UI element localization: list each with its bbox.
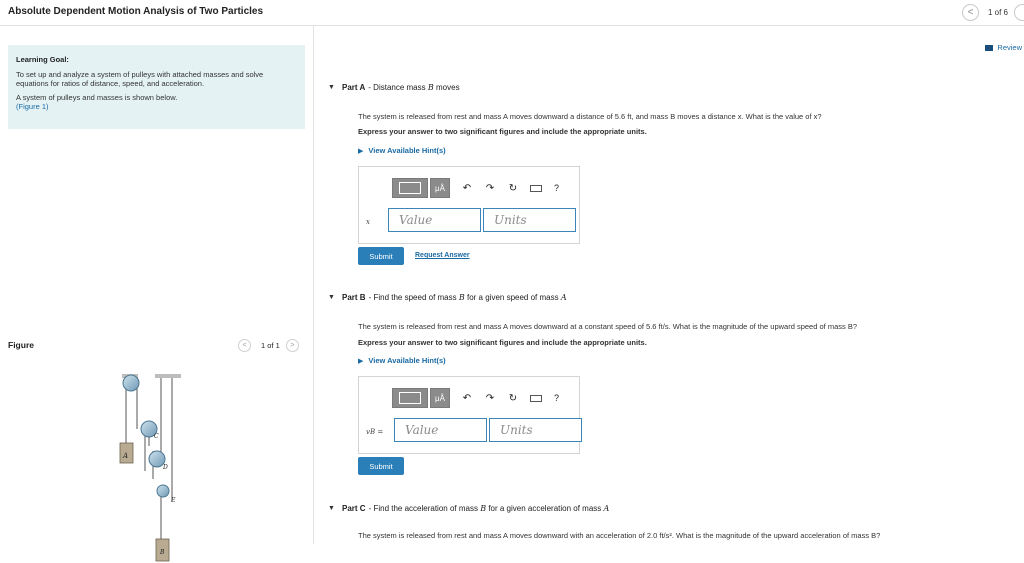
- part-a-desc-pre: Distance mass: [373, 83, 426, 92]
- part-b-title: Part B: [342, 293, 366, 302]
- collapse-caret-icon: ▼: [328, 294, 335, 301]
- part-b-value-input[interactable]: Value: [394, 418, 487, 442]
- part-b-hint-toggle[interactable]: ▶ View Available Hint(s): [358, 356, 446, 365]
- part-a-hint-toggle[interactable]: ▶ View Available Hint(s): [358, 146, 446, 155]
- part-a-submit-button[interactable]: Submit: [358, 247, 404, 265]
- figure-link[interactable]: (Figure 1): [16, 102, 297, 111]
- triangle-right-icon: ▶: [358, 357, 364, 365]
- part-a-sep: -: [368, 83, 371, 92]
- pulley-e: [156, 484, 170, 498]
- part-b-answer-box: μÅ ↶ ↷ ↻ ? vB = Value Units: [358, 376, 582, 454]
- part-a-desc-var: B: [427, 83, 434, 92]
- part-b-desc-var2: A: [560, 293, 567, 302]
- part-b-toolbar: μÅ ↶ ↷ ↻ ?: [392, 388, 559, 408]
- templates-button[interactable]: [392, 178, 428, 198]
- ceiling-support-right: [155, 374, 181, 378]
- keyboard-icon[interactable]: [530, 184, 542, 192]
- part-b-header[interactable]: ▼ Part B - Find the speed of mass B for …: [328, 293, 567, 302]
- part-a-prompt: The system is released from rest and mas…: [358, 112, 822, 121]
- next-item-button[interactable]: [1014, 3, 1024, 21]
- pulley-d-label: D: [162, 464, 168, 471]
- help-icon[interactable]: ?: [554, 393, 559, 403]
- part-a-title: Part A: [342, 83, 366, 92]
- part-b-desc-var: B: [458, 293, 465, 302]
- triangle-right-icon: ▶: [358, 147, 364, 155]
- redo-icon[interactable]: ↷: [484, 183, 496, 194]
- templates-icon: [399, 182, 421, 194]
- templates-button[interactable]: [392, 388, 428, 408]
- top-bar: Absolute Dependent Motion Analysis of Tw…: [0, 0, 1024, 26]
- figure-pager: < 1 of 1 >: [238, 339, 299, 352]
- item-counter: 1 of 6: [987, 7, 1008, 17]
- keyboard-icon[interactable]: [530, 394, 542, 402]
- left-panel: Learning Goal: To set up and analyze a s…: [0, 26, 314, 562]
- part-a-hint-label: View Available Hint(s): [368, 146, 446, 155]
- part-a-units-input[interactable]: Units: [483, 208, 576, 232]
- part-b-desc-mid: for a given speed of mass: [466, 293, 559, 302]
- units-button[interactable]: μÅ: [430, 178, 450, 198]
- part-c-desc-var: B: [480, 504, 487, 513]
- assignment-pager: < 1 of 6: [961, 2, 1024, 22]
- part-a-value-input[interactable]: Value: [388, 208, 481, 232]
- figure-counter: 1 of 1: [261, 341, 280, 350]
- collapse-caret-icon: ▼: [328, 505, 335, 512]
- part-b-instruction: Express your answer to two significant f…: [358, 338, 647, 347]
- right-panel: Review ▼ Part A - Distance mass B moves …: [315, 26, 1024, 544]
- undo-icon[interactable]: ↶: [461, 393, 473, 404]
- page-title: Absolute Dependent Motion Analysis of Tw…: [8, 6, 264, 17]
- figure-label: Figure: [8, 340, 34, 350]
- part-b-hint-label: View Available Hint(s): [368, 356, 446, 365]
- review-label: Review: [997, 43, 1022, 52]
- part-b-prompt: The system is released from rest and mas…: [358, 322, 858, 331]
- part-b-var-label: vB =: [366, 428, 384, 436]
- part-a-header[interactable]: ▼ Part A - Distance mass B moves: [328, 83, 460, 92]
- figure-prev-button[interactable]: <: [238, 339, 251, 352]
- part-b-submit-button[interactable]: Submit: [358, 457, 404, 475]
- reset-icon[interactable]: ↻: [507, 183, 519, 194]
- learning-goal-box: Learning Goal: To set up and analyze a s…: [8, 45, 305, 129]
- part-c-header[interactable]: ▼ Part C - Find the acceleration of mass…: [328, 504, 610, 513]
- part-b-desc-pre: Find the speed of mass: [373, 293, 457, 302]
- figure-next-button[interactable]: >: [285, 339, 299, 352]
- templates-icon: [399, 392, 421, 404]
- part-a-var-label: x: [366, 218, 370, 226]
- part-b-sep: -: [368, 293, 372, 302]
- top-pulley: [122, 374, 140, 392]
- redo-icon[interactable]: ↷: [484, 393, 496, 404]
- part-c-desc-var2: A: [603, 504, 610, 513]
- chevron-right-icon: >: [290, 342, 295, 349]
- learning-goal-title: Learning Goal:: [16, 55, 69, 64]
- part-c-prompt: The system is released from rest and mas…: [358, 531, 881, 540]
- part-a-answer-box: μÅ ↶ ↷ ↻ ? x Value Units: [358, 166, 580, 244]
- part-b-units-input[interactable]: Units: [489, 418, 582, 442]
- prev-item-button[interactable]: <: [961, 3, 979, 21]
- part-c-desc-mid: for a given acceleration of mass: [488, 504, 602, 513]
- system-description: A system of pulleys and masses is shown …: [16, 93, 178, 102]
- part-c-sep: -: [368, 504, 372, 513]
- learning-goal-text: To set up and analyze a system of pulley…: [16, 70, 264, 88]
- units-button[interactable]: μÅ: [430, 388, 450, 408]
- pulley-figure: A B C D E: [119, 374, 181, 562]
- review-link[interactable]: Review: [985, 43, 1022, 52]
- chevron-left-icon: <: [967, 6, 974, 18]
- part-a-request-answer-link[interactable]: Request Answer: [415, 252, 470, 259]
- mass-b-label: B: [159, 549, 165, 556]
- part-a-desc-post: moves: [436, 83, 460, 92]
- pulley-e-label: E: [170, 497, 176, 504]
- part-c-title: Part C: [342, 504, 366, 513]
- undo-icon[interactable]: ↶: [461, 183, 473, 194]
- help-icon[interactable]: ?: [554, 183, 559, 193]
- chevron-left-icon: <: [242, 342, 247, 349]
- collapse-caret-icon: ▼: [328, 84, 335, 91]
- review-icon: [985, 44, 994, 51]
- reset-icon[interactable]: ↻: [507, 393, 519, 404]
- part-a-toolbar: μÅ ↶ ↷ ↻ ?: [392, 178, 559, 198]
- pulley-c-label: C: [154, 433, 159, 440]
- part-a-instruction: Express your answer to two significant f…: [358, 127, 647, 136]
- part-c-desc-pre: Find the acceleration of mass: [373, 504, 478, 513]
- mass-a-label: A: [122, 452, 128, 460]
